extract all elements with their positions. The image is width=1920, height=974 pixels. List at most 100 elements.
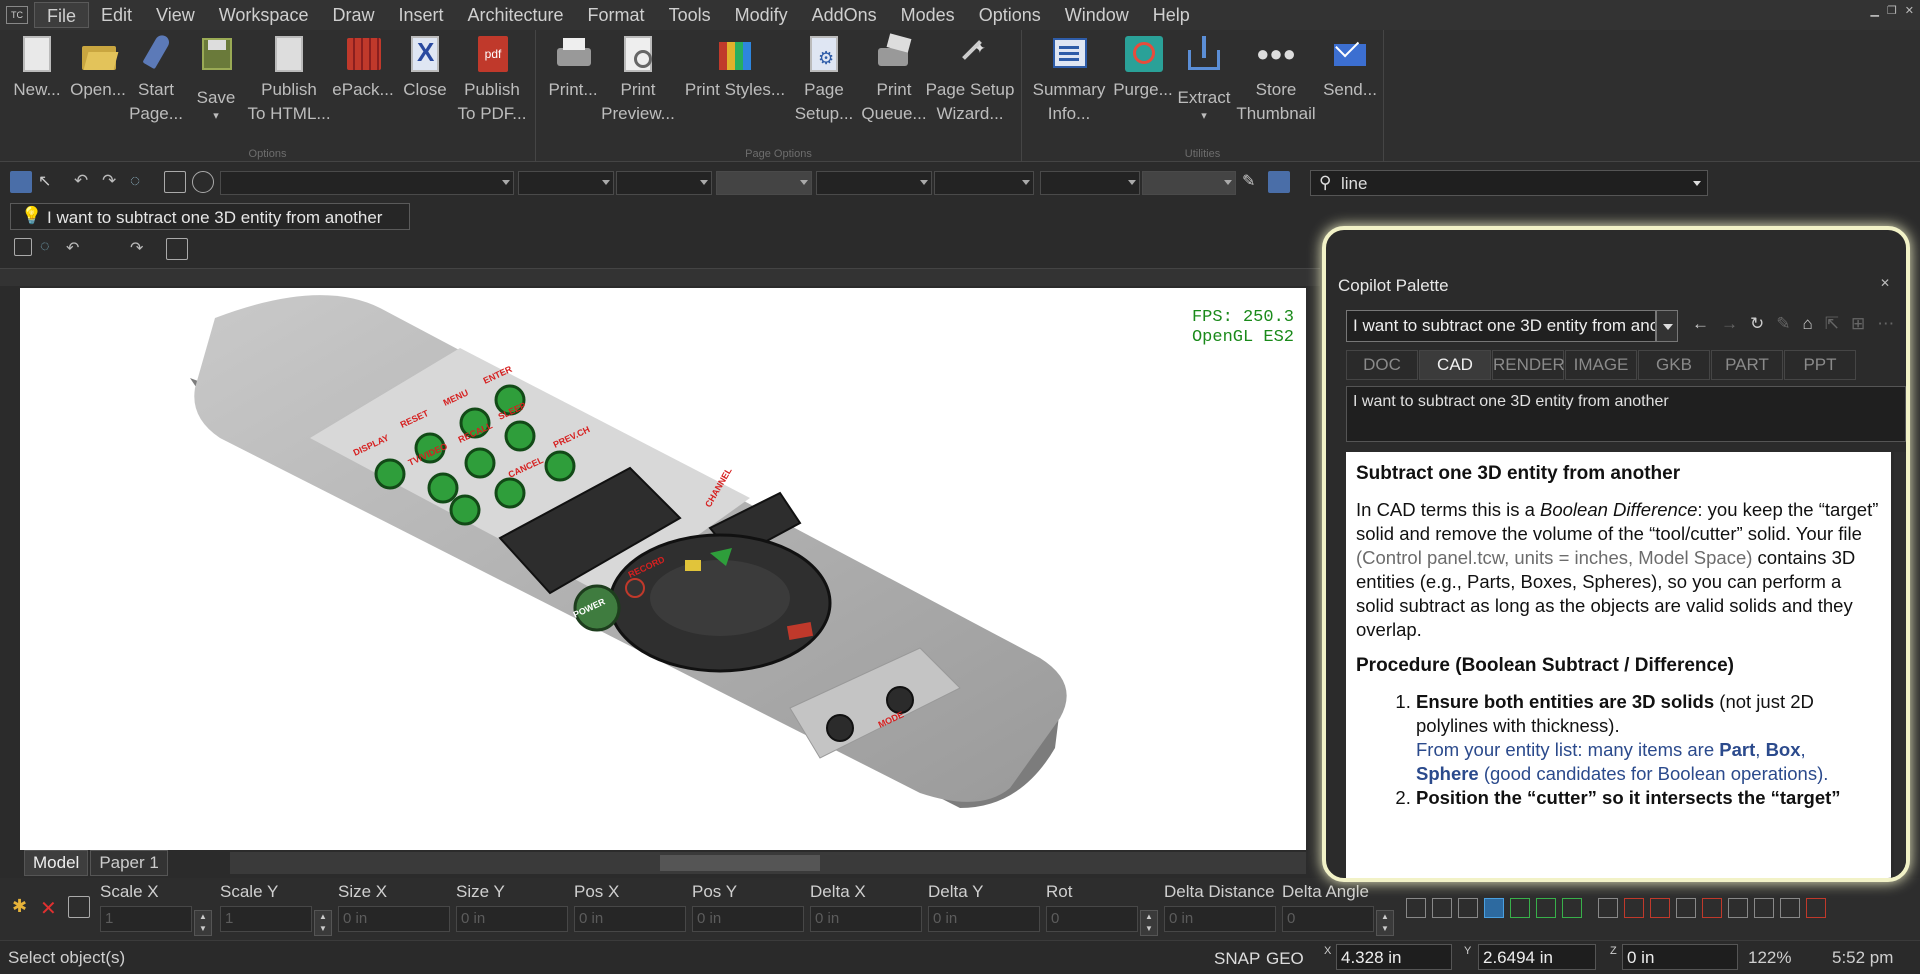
command-search-input[interactable]: ⚲ line — [1310, 170, 1708, 196]
redo-icon[interactable]: ↷ — [130, 238, 152, 260]
tab-image[interactable]: IMAGE — [1565, 350, 1637, 380]
horizontal-scroll-thumb[interactable] — [660, 855, 820, 871]
edit-icon[interactable]: ✎ — [1776, 314, 1790, 334]
prop-field[interactable]: 0 in — [928, 906, 1040, 932]
select-filter-icon[interactable]: ↖ — [38, 171, 60, 193]
pencil-icon[interactable]: ✎ — [1242, 171, 1264, 193]
spinner-icon[interactable]: ▲ ▼ — [194, 910, 212, 936]
page-setup-wizard-button[interactable]: ✦ Page Setup Wizard... — [922, 34, 1018, 126]
open-button[interactable]: Open... — [68, 34, 128, 102]
tab-model[interactable]: Model — [24, 850, 89, 876]
menu-edit[interactable]: Edit — [89, 2, 144, 28]
prop-field[interactable]: 1 — [220, 906, 312, 932]
snap-icon[interactable] — [1728, 898, 1748, 918]
spinner-icon[interactable]: ▲ ▼ — [1140, 910, 1158, 936]
minimize-icon[interactable]: ▁ — [1870, 4, 1878, 17]
style-combo[interactable] — [1142, 171, 1236, 195]
pin-icon[interactable]: ⇱ — [1825, 314, 1839, 334]
snap-icon[interactable] — [1598, 898, 1618, 918]
y-coord-field[interactable]: 2.6494 in — [1478, 944, 1596, 970]
back-icon[interactable]: ← — [1692, 314, 1709, 334]
publish-pdf-button[interactable]: pdf Publish To PDF... — [452, 34, 532, 126]
font-combo[interactable] — [934, 171, 1034, 195]
undo-icon[interactable]: ↶ — [74, 171, 96, 193]
prop-field[interactable]: 0 in — [338, 906, 450, 932]
tab-doc[interactable]: DOC — [1346, 350, 1418, 380]
more-icon[interactable]: ⋯ — [1877, 314, 1894, 334]
prop-field[interactable]: 0 in — [574, 906, 686, 932]
print-queue-button[interactable]: Print Queue... — [856, 33, 932, 126]
tab-paper-1[interactable]: Paper 1 — [90, 850, 168, 876]
tab-ppt[interactable]: PPT — [1784, 350, 1856, 380]
copilot-query-dropdown-icon[interactable] — [1656, 310, 1678, 342]
snap-icon[interactable] — [1650, 898, 1670, 918]
menu-architecture[interactable]: Architecture — [456, 2, 576, 28]
geo-toggle[interactable]: GEO — [1266, 949, 1304, 969]
menu-options[interactable]: Options — [967, 2, 1053, 28]
menu-tools[interactable]: Tools — [657, 2, 723, 28]
tab-render[interactable]: RENDER — [1492, 350, 1565, 380]
home-icon[interactable]: ⌂ — [1803, 314, 1813, 334]
menu-workspace[interactable]: Workspace — [207, 2, 321, 28]
snap-icon[interactable] — [1458, 898, 1478, 918]
undo-icon[interactable]: ↶ — [66, 238, 88, 260]
page-setup-button[interactable]: ⚙ Page Setup... — [786, 34, 862, 126]
copilot-close-icon[interactable]: ✕ — [1880, 276, 1890, 290]
spinner-icon[interactable]: ▲ ▼ — [314, 910, 332, 936]
prop-field[interactable]: 1 — [100, 906, 192, 932]
redo-icon[interactable]: ↷ — [102, 171, 124, 193]
menu-file[interactable]: File — [34, 2, 90, 28]
grid-table-icon[interactable] — [164, 171, 186, 193]
snap-toggle[interactable]: SNAP — [1214, 949, 1260, 969]
layer-combo[interactable] — [220, 171, 514, 195]
extract-dropdown-icon[interactable]: ▾ — [1174, 110, 1234, 122]
snap-icon[interactable] — [1484, 898, 1504, 918]
close-button[interactable]: X Close — [398, 34, 452, 102]
copilot-hint-bar[interactable]: 💡 I want to subtract one 3D entity from … — [10, 203, 410, 230]
store-thumbnail-button[interactable]: ●●● Store Thumbnail — [1228, 34, 1324, 126]
snap-icon[interactable] — [1624, 898, 1644, 918]
menu-modes[interactable]: Modes — [889, 2, 967, 28]
prop-field[interactable]: 0 in — [1164, 906, 1276, 932]
menu-help[interactable]: Help — [1141, 2, 1202, 28]
epack-button[interactable]: ePack... — [328, 34, 398, 102]
start-page-button[interactable]: Start Page... — [126, 32, 186, 126]
snap-icon[interactable] — [1806, 898, 1826, 918]
menu-insert[interactable]: Insert — [386, 2, 455, 28]
new-button[interactable]: New... — [8, 34, 66, 102]
close-icon[interactable]: ✕ — [1905, 4, 1914, 17]
prop-field[interactable]: 0 — [1046, 906, 1138, 932]
snap-icon[interactable] — [1432, 898, 1452, 918]
purge-button[interactable]: Purge... — [1108, 34, 1178, 102]
table-icon[interactable] — [68, 896, 90, 918]
menu-format[interactable]: Format — [576, 2, 657, 28]
copilot-scrollbar[interactable] — [1894, 452, 1906, 878]
prop-field[interactable]: 0 in — [810, 906, 922, 932]
lasso-icon[interactable]: ◌ — [40, 238, 62, 260]
tab-cad[interactable]: CAD — [1419, 350, 1491, 380]
save-button[interactable]: Save ▾ — [188, 34, 244, 122]
tab-part[interactable]: PART — [1711, 350, 1783, 380]
copilot-toggle-icon[interactable] — [1268, 171, 1290, 193]
size-combo[interactable] — [1040, 171, 1140, 195]
extract-button[interactable]: Extract ▾ — [1174, 34, 1234, 122]
copilot-prompt-echo[interactable]: I want to subtract one 3D entity from an… — [1346, 386, 1906, 442]
menu-draw[interactable]: Draw — [320, 2, 386, 28]
menu-view[interactable]: View — [144, 2, 207, 28]
snap-icon[interactable] — [1676, 898, 1696, 918]
snap-icon[interactable] — [1562, 898, 1582, 918]
x-coord-field[interactable]: 4.328 in — [1336, 944, 1452, 970]
copilot-query-input[interactable]: I want to subtract one 3D entity from an… — [1346, 310, 1656, 342]
snap-icon[interactable] — [1702, 898, 1722, 918]
menu-addons[interactable]: AddOns — [800, 2, 889, 28]
forward-icon[interactable]: → — [1721, 314, 1738, 334]
publish-html-button[interactable]: Publish To HTML... — [246, 34, 332, 126]
snap-icon[interactable] — [1510, 898, 1530, 918]
select-pointer-icon[interactable] — [10, 171, 32, 193]
modify-tool-icon[interactable]: ✱ — [12, 896, 34, 918]
lineweight-combo[interactable] — [716, 171, 812, 195]
zoom-extents-icon[interactable] — [166, 238, 188, 260]
color-combo[interactable] — [518, 171, 614, 195]
z-coord-field[interactable]: 0 in — [1622, 944, 1738, 970]
snap-icon[interactable] — [1536, 898, 1556, 918]
